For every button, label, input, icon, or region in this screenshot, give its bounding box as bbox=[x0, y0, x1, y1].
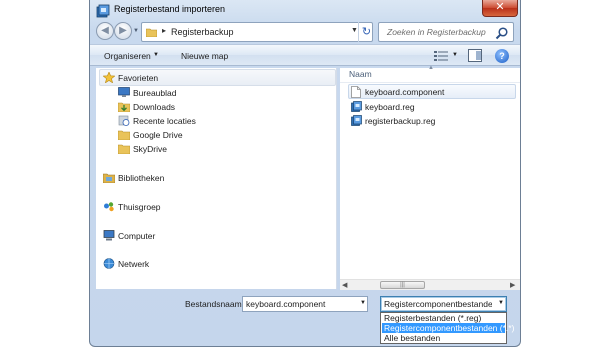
title-bar[interactable]: Registerbestand importeren ✕ bbox=[90, 0, 520, 22]
filetype-value[interactable]: Registercomponentbestanden (*.*) bbox=[384, 299, 492, 309]
file-list: Naam ▲ keyboard.component keyboard.reg r… bbox=[340, 65, 520, 289]
preview-pane-button[interactable] bbox=[468, 49, 482, 62]
back-button[interactable]: ◀ bbox=[96, 22, 114, 40]
filename-label: Bestandsnaam: bbox=[185, 299, 245, 309]
nav-item-homegroup[interactable]: Thuisgroep bbox=[118, 202, 161, 212]
nav-item-favorites[interactable]: Favorieten bbox=[118, 73, 158, 83]
downloads-icon bbox=[118, 102, 130, 112]
column-divider bbox=[340, 82, 520, 83]
scroll-left-icon[interactable]: ◀ bbox=[342, 281, 347, 289]
window-title: Registerbestand importeren bbox=[114, 4, 226, 14]
blank-file-icon bbox=[351, 86, 361, 98]
column-header-name[interactable]: Naam bbox=[349, 69, 372, 79]
nav-item-network[interactable]: Netwerk bbox=[118, 259, 149, 269]
nav-item-desktop[interactable]: Bureaublad bbox=[133, 88, 176, 98]
nav-item-downloads[interactable]: Downloads bbox=[133, 102, 175, 112]
filetype-option[interactable]: Registerbestanden (*.reg) bbox=[382, 313, 505, 323]
star-icon bbox=[103, 72, 115, 83]
folder-icon bbox=[118, 144, 130, 154]
chevron-down-icon[interactable]: ▼ bbox=[153, 52, 159, 58]
folder-icon bbox=[118, 130, 130, 140]
chevron-down-icon[interactable]: ▼ bbox=[498, 300, 504, 306]
search-placeholder: Zoeken in Registerbackup bbox=[387, 27, 486, 37]
search-input[interactable]: Zoeken in Registerbackup bbox=[378, 22, 514, 42]
computer-icon bbox=[103, 230, 115, 241]
nav-item-skydrive[interactable]: SkyDrive bbox=[133, 144, 167, 154]
search-icon[interactable] bbox=[495, 26, 509, 40]
refresh-button[interactable]: ↻ bbox=[358, 22, 374, 42]
forward-button[interactable]: ▶ bbox=[114, 22, 132, 40]
sort-ascending-icon: ▲ bbox=[428, 65, 434, 71]
recent-pages-dropdown-icon[interactable]: ▼ bbox=[133, 28, 139, 34]
file-name[interactable]: keyboard.component bbox=[365, 87, 444, 97]
nav-item-google-drive[interactable]: Google Drive bbox=[133, 130, 183, 140]
breadcrumb-item[interactable]: Registerbackup bbox=[171, 27, 234, 37]
filetype-dropdown-list: Registerbestanden (*.reg) Registercompon… bbox=[380, 312, 514, 344]
view-options-icon[interactable] bbox=[434, 50, 448, 61]
address-bar[interactable]: ▸ Registerbackup ▼ bbox=[141, 22, 373, 42]
registry-editor-icon bbox=[96, 4, 110, 18]
reg-file-icon bbox=[351, 101, 362, 112]
scrollbar-thumb[interactable]: ||| bbox=[380, 281, 425, 289]
reg-file-icon bbox=[351, 115, 362, 126]
chevron-down-icon[interactable]: ▼ bbox=[360, 300, 366, 306]
close-button[interactable]: ✕ bbox=[482, 0, 518, 17]
homegroup-icon bbox=[104, 202, 114, 212]
dialog-window: Registerbestand importeren ✕ ◀ ▶ ▼ ▸ Reg… bbox=[89, 0, 521, 347]
filetype-option[interactable]: Alle bestanden bbox=[382, 333, 505, 343]
folder-icon bbox=[146, 28, 157, 37]
filename-field[interactable]: keyboard.component ▼ bbox=[242, 296, 368, 312]
filename-value[interactable]: keyboard.component bbox=[246, 299, 325, 309]
filetype-select[interactable]: Registercomponentbestanden (*.*) ▼ bbox=[380, 296, 507, 312]
file-name[interactable]: registerbackup.reg bbox=[365, 116, 435, 126]
breadcrumb-separator-icon[interactable]: ▸ bbox=[162, 26, 166, 35]
address-dropdown-icon[interactable]: ▼ bbox=[351, 27, 358, 34]
desktop-icon bbox=[118, 87, 130, 97]
help-icon[interactable]: ? bbox=[495, 49, 509, 63]
nav-item-computer[interactable]: Computer bbox=[118, 231, 155, 241]
filetype-option-selected[interactable]: Registercomponentbestanden (*.*) bbox=[382, 323, 514, 333]
new-folder-button[interactable]: Nieuwe map bbox=[181, 51, 228, 61]
network-icon bbox=[103, 258, 115, 269]
nav-item-recent-places[interactable]: Recente locaties bbox=[133, 116, 196, 126]
nav-item-libraries[interactable]: Bibliotheken bbox=[118, 173, 164, 183]
libraries-icon bbox=[103, 173, 115, 183]
recent-places-icon bbox=[118, 115, 130, 126]
file-name[interactable]: keyboard.reg bbox=[365, 102, 415, 112]
horizontal-scrollbar[interactable]: ◀ ||| ▶ bbox=[340, 279, 520, 290]
organize-button[interactable]: Organiseren bbox=[104, 51, 151, 61]
scroll-right-icon[interactable]: ▶ bbox=[510, 281, 515, 289]
navigation-pane: Favorieten Bureaublad Downloads Recente … bbox=[96, 68, 337, 289]
command-bar: Organiseren ▼ Nieuwe map ▼ ? bbox=[90, 44, 520, 66]
chevron-down-icon[interactable]: ▼ bbox=[452, 52, 458, 58]
